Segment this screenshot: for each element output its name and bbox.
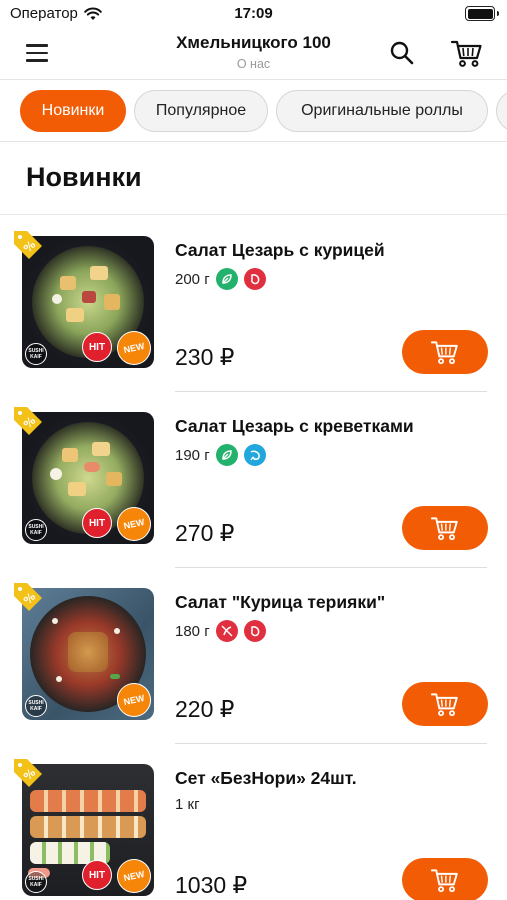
cart-icon — [450, 40, 482, 67]
discount-tag-icon: % — [14, 759, 42, 787]
hit-badge: HIT — [82, 508, 112, 538]
header-cart-button[interactable] — [450, 37, 484, 69]
product-weight: 180 г — [175, 622, 210, 640]
section-divider — [0, 214, 507, 215]
product-weight: 200 г — [175, 270, 210, 288]
tab-popular[interactable]: Популярное — [134, 90, 268, 132]
no-spicy-icon — [215, 620, 238, 642]
discount-tag-icon: % — [14, 583, 42, 611]
category-tabs: Новинки Популярное Оригинальные роллы — [0, 80, 507, 142]
leaf-icon — [215, 444, 238, 466]
add-to-cart-button[interactable] — [402, 506, 488, 550]
search-button[interactable] — [388, 39, 416, 67]
status-bar: Оператор 17:09 — [0, 0, 507, 28]
tab-novinki[interactable]: Новинки — [20, 90, 126, 132]
menu-icon-line — [26, 44, 48, 47]
shrimp-icon — [243, 444, 266, 466]
section-title: Новинки — [26, 162, 142, 192]
product-weight: 1 кг — [175, 796, 200, 813]
product-weight: 190 г — [175, 446, 210, 464]
new-badge: NEW — [113, 855, 154, 896]
brand-logo: SUSHI KAIF — [25, 695, 47, 717]
app-header: Хмельницкого 100 О нас — [0, 28, 507, 80]
discount-tag-icon: % — [14, 231, 42, 259]
cart-icon — [430, 517, 458, 541]
product-name[interactable]: Салат Цезарь с креветками — [175, 416, 414, 437]
product-card[interactable]: SUSHI KAIF HIT NEW % Салат Цезарь с кури… — [0, 216, 507, 392]
restaurant-title: Хмельницкого 100 — [176, 33, 331, 52]
product-name[interactable]: Сет «БезНори» 24шт. — [175, 768, 357, 789]
add-to-cart-button[interactable] — [402, 682, 488, 726]
product-card[interactable]: SUSHI KAIF HIT NEW % Салат Цезарь с крев… — [0, 392, 507, 568]
product-card[interactable]: SUSHI KAIF NEW % Салат "Курица терияки" … — [0, 568, 507, 744]
menu-icon-line — [26, 59, 48, 62]
search-icon — [390, 41, 414, 65]
discount-tag-icon: % — [14, 407, 42, 435]
restaurant-selector[interactable]: Хмельницкого 100 О нас — [120, 33, 387, 71]
hit-badge: HIT — [82, 860, 112, 890]
product-card[interactable]: SUSHI KAIF HIT NEW % Сет «БезНори» 24шт.… — [0, 744, 507, 900]
meat-icon — [243, 620, 266, 642]
cart-icon — [430, 869, 458, 893]
tab-next-partial[interactable] — [496, 90, 507, 132]
brand-logo: SUSHI KAIF — [25, 871, 47, 893]
add-to-cart-button[interactable] — [402, 330, 488, 374]
brand-logo: SUSHI KAIF — [25, 343, 47, 365]
hit-badge: HIT — [82, 332, 112, 362]
product-price: 230 ₽ — [175, 344, 235, 370]
add-to-cart-button[interactable] — [402, 858, 488, 900]
meat-icon — [243, 268, 266, 290]
menu-icon-line — [26, 51, 48, 55]
menu-button[interactable] — [26, 40, 52, 66]
status-time: 17:09 — [234, 5, 273, 22]
product-name[interactable]: Салат "Курица терияки" — [175, 592, 385, 613]
brand-logo: SUSHI KAIF — [25, 519, 47, 541]
battery-icon — [465, 6, 499, 21]
product-name[interactable]: Салат Цезарь с курицей — [175, 240, 385, 261]
product-price: 1030 ₽ — [175, 872, 248, 898]
tab-original-rolls[interactable]: Оригинальные роллы — [276, 90, 488, 132]
cart-icon — [430, 693, 458, 717]
leaf-icon — [215, 268, 238, 290]
product-price: 220 ₽ — [175, 696, 235, 722]
cart-icon — [430, 341, 458, 365]
product-price: 270 ₽ — [175, 520, 235, 546]
about-link[interactable]: О нас — [120, 57, 387, 71]
